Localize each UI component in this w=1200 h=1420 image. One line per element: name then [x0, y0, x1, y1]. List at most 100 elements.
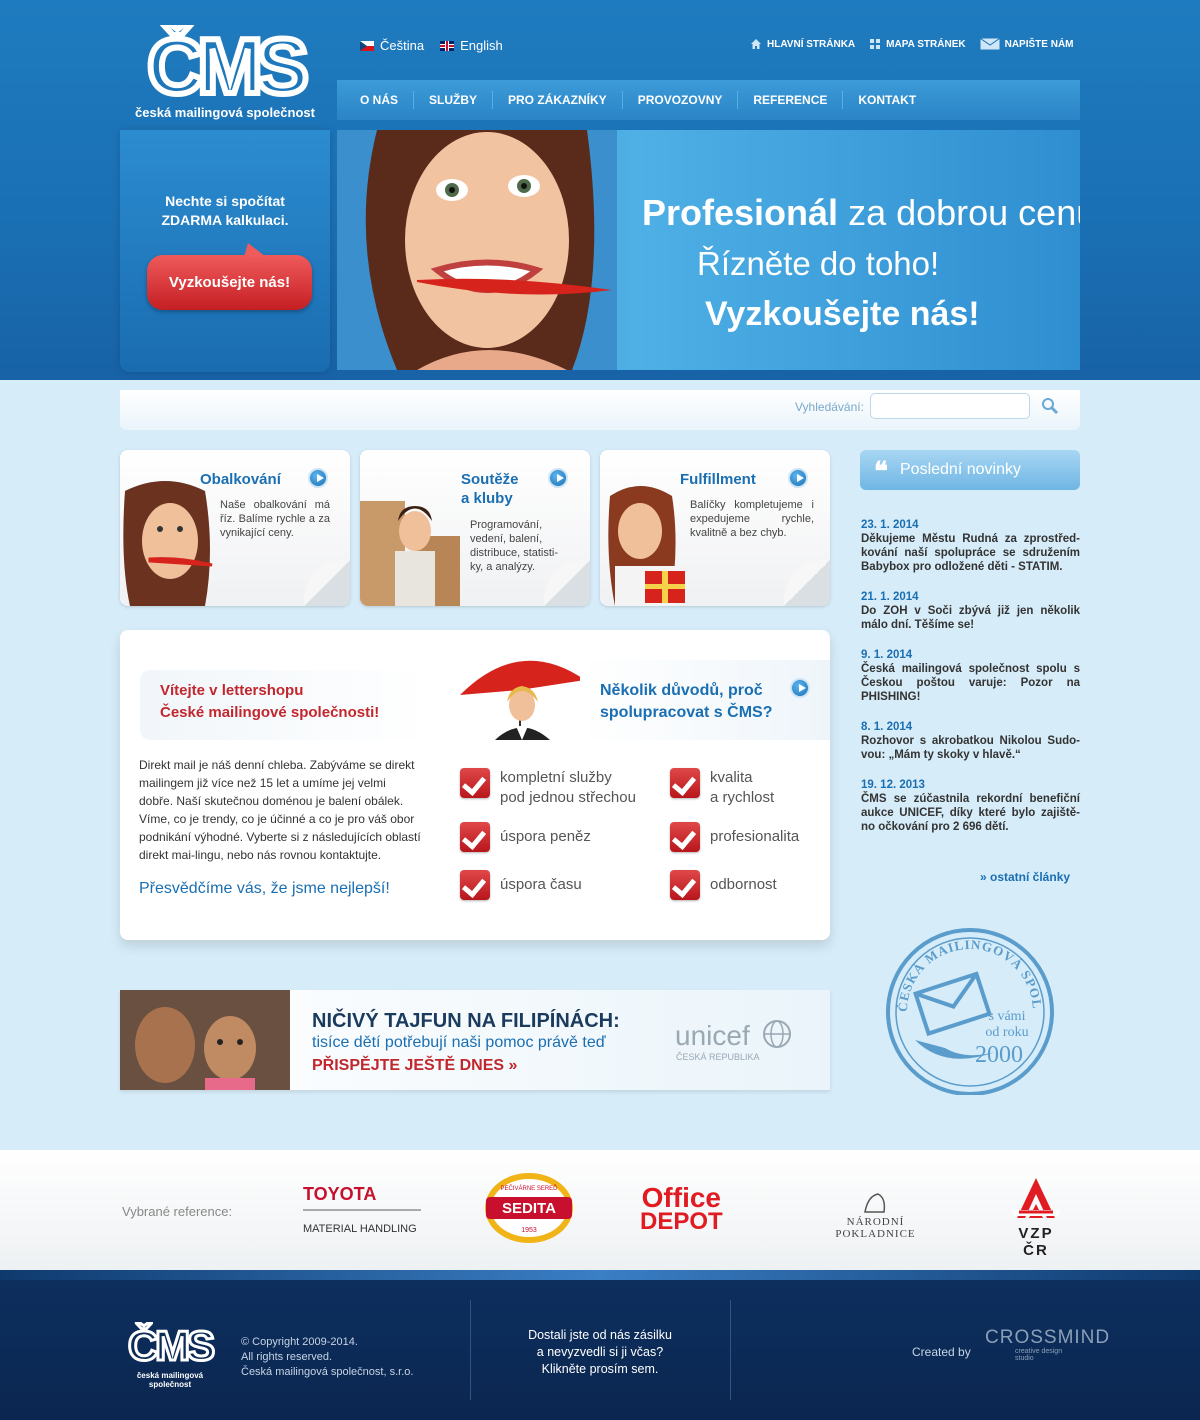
footer-logo-mark: ČMS	[126, 1320, 218, 1371]
checkmark-icon	[460, 870, 490, 900]
service-text: Programování, vedení, balení, distribuce…	[470, 519, 559, 573]
nav-reference[interactable]: REFERENCE	[738, 91, 844, 109]
woman-with-chili-image	[337, 130, 617, 370]
sedita-name: SEDITA	[502, 1200, 556, 1217]
nav-kontakt[interactable]: KONTAKT	[843, 91, 931, 109]
service-text: Naše obalkování má říz. Balíme rychle a …	[220, 499, 330, 539]
woman-with-boxes-thumbnail	[360, 501, 460, 606]
service-title: Fulfillment	[680, 471, 756, 488]
envelope-icon	[979, 38, 1000, 50]
woman-with-chili-thumbnail	[123, 481, 213, 606]
checkmark-icon	[670, 822, 700, 852]
created-by-label: Created by	[912, 1345, 971, 1359]
since-2000-stamp: ČESKÁ MAILINGOVÁ SPOLEČNOST s vámi od ro…	[885, 920, 1054, 1095]
service-card-souteze[interactable]: Soutěže a kluby Programování, vedení, ba…	[360, 450, 590, 606]
more-articles-link[interactable]: » ostatní články	[980, 870, 1070, 884]
unicef-donate-link[interactable]: PŘISPĚJTE JEŠTĚ DNES »	[312, 1057, 517, 1075]
banner-cta: Vyzkoušejte nás!	[705, 295, 980, 333]
svg-text:ČESKÁ MAILINGOVÁ SPOLEČNOST: ČESKÁ MAILINGOVÁ SPOLEČNOST	[885, 920, 1045, 1012]
play-arrow-icon[interactable]	[308, 468, 328, 488]
search-icon[interactable]	[1040, 396, 1060, 416]
references-label: Vybrané reference:	[122, 1204, 233, 1219]
nav-o-nas[interactable]: O NÁS	[345, 91, 415, 109]
quote-icon: ❝	[874, 456, 888, 486]
sitemap-link[interactable]: MAPA STRÁNEK	[869, 38, 966, 50]
crossmind-logo[interactable]: CROSSMIND creative design studio	[985, 1328, 1109, 1373]
toyota-logo[interactable]: TOYOTA MATERIAL HANDLING	[303, 1184, 421, 1235]
stamp-line1: s vámi	[989, 1009, 1026, 1024]
reason-item: kompletní služby pod jednou střechou	[460, 768, 636, 808]
unicef-banner[interactable]: NIČIVÝ TAJFUN NA FILIPÍNÁCH: tisíce dětí…	[120, 990, 830, 1090]
unicef-globe-icon	[763, 1020, 791, 1048]
news-item[interactable]: 23. 1. 2014 Děkujeme Městu Rudná za zpros…	[861, 518, 1080, 574]
references-strip: Vybrané reference: TOYOTA MATERIAL HANDL…	[0, 1150, 1200, 1270]
home-icon	[751, 39, 761, 49]
checkmark-icon	[670, 768, 700, 798]
footer: ČMS česká mailingová společnost © Copyri…	[0, 1280, 1200, 1420]
svg-text:ČMS: ČMS	[147, 25, 305, 105]
home-link[interactable]: HLAVNÍ STRÁNKA	[750, 38, 855, 50]
calculation-box: Nechte si spočítat ZDARMA kalkulaci. Vyz…	[120, 130, 330, 372]
try-us-button[interactable]: Vyzkoušejte nás!	[147, 243, 312, 310]
woman-with-gift-thumbnail	[608, 486, 685, 606]
play-arrow-icon[interactable]	[788, 468, 808, 488]
sedita-year: 1953	[521, 1227, 537, 1234]
play-arrow-icon[interactable]	[790, 678, 810, 698]
search-input[interactable]	[870, 393, 1030, 419]
office-depot-logo[interactable]: Office DEPOT	[640, 1184, 723, 1234]
reason-item: kvalita a rychlost	[670, 768, 774, 808]
svg-text:ČMS: ČMS	[128, 1322, 214, 1366]
unicef-logo-sub: ČESKÁ REPUBLIKA	[676, 1052, 760, 1062]
service-text: Balíčky kompletujeme i expedujeme rychle…	[690, 499, 814, 539]
woman-with-umbrella-image	[460, 660, 585, 740]
nav-provozovny[interactable]: PROVOZOVNY	[623, 91, 739, 109]
reason-item: odbornost	[670, 870, 777, 900]
hero-banner[interactable]: Profesionál za dobrou cenu. Řízněte do t…	[337, 130, 1080, 370]
banner-headline: Profesionál za dobrou cenu.	[642, 192, 1080, 233]
footer-divider	[730, 1300, 731, 1400]
search-label: Vyhledávání:	[795, 400, 864, 414]
header: ČMS česká mailingová společnost Čeština …	[0, 0, 1200, 380]
reason-item: úspora času	[460, 870, 582, 900]
unicef-subline: tisíce dětí potřebují naši pomoc právě t…	[312, 1034, 606, 1051]
welcome-cta-link[interactable]: Přesvědčíme vás, že jsme nejlepší!	[139, 880, 390, 898]
calculation-text: Nechte si spočítat ZDARMA kalkulaci.	[161, 193, 289, 228]
page-curl	[304, 560, 350, 606]
page-curl	[784, 560, 830, 606]
search-bar: Vyhledávání:	[120, 390, 1080, 430]
service-title: Soutěže a kluby	[461, 471, 519, 507]
checkmark-icon	[460, 768, 490, 798]
news-item[interactable]: 9. 1. 2014 Česká mailingová společnost sp…	[861, 648, 1080, 704]
vzp-logo[interactable]: VZP ČR	[1003, 1176, 1069, 1259]
missed-parcel-link[interactable]: Dostali jste od nás zásilku a nevyzvedli…	[470, 1327, 730, 1378]
logo-tagline: česká mailingová společnost	[135, 105, 315, 120]
contact-link[interactable]: NAPIŠTE NÁM	[979, 38, 1074, 50]
news-heading: Poslední novinky	[860, 450, 1080, 490]
cms-logo[interactable]: ČMS česká mailingová společnost	[135, 19, 315, 125]
reason-item: úspora peněz	[460, 822, 591, 852]
uk-flag-icon	[440, 40, 455, 51]
news-item[interactable]: 19. 12. 2013 ČMS se zúčastnila rekordní b…	[861, 778, 1080, 834]
sedita-logo[interactable]: SEDITA PEČIVÁRNE SEREĎ 1953	[484, 1172, 574, 1244]
sitemap-icon	[870, 39, 881, 49]
play-arrow-icon[interactable]	[548, 468, 568, 488]
news-item[interactable]: 21. 1. 2014 Do ZOH v Soči zbývá již jen n…	[861, 590, 1080, 632]
lang-english[interactable]: English	[440, 38, 503, 53]
stamp-ring-text: ČESKÁ MAILINGOVÁ SPOLEČNOST	[885, 920, 1044, 1012]
welcome-title: Vítejte v lettershopu České mailingové s…	[160, 682, 380, 721]
welcome-panel: Vítejte v lettershopu České mailingové s…	[120, 630, 830, 940]
banner-subline: Řízněte do toho!	[697, 245, 940, 282]
service-card-obalkovani[interactable]: Obalkování Naše obalkování má říz. Balím…	[120, 450, 350, 606]
narodni-pokladnice-logo[interactable]: NÁRODNÍ POKLADNICE	[808, 1192, 943, 1240]
lang-czech[interactable]: Čeština	[360, 38, 424, 53]
stamp-year: 2000	[975, 1042, 1023, 1068]
language-switcher: Čeština English	[360, 38, 503, 53]
footer-cms-logo[interactable]: ČMS česká mailingová společnost	[120, 1320, 220, 1390]
nav-pro-zakazniky[interactable]: PRO ZÁKAZNÍKY	[493, 91, 623, 109]
reason-item: profesionalita	[670, 822, 799, 852]
nav-sluzby[interactable]: SLUŽBY	[414, 91, 494, 109]
news-item[interactable]: 8. 1. 2014 Rozhovor s akrobatkou Nikolou …	[861, 720, 1080, 762]
reasons-title[interactable]: Několik důvodů, proč spolupracovat s ČMS…	[600, 680, 772, 724]
service-title: Obalkování	[200, 471, 281, 488]
service-card-fulfillment[interactable]: Fulfillment Balíčky kompletujeme i exped…	[600, 450, 830, 606]
